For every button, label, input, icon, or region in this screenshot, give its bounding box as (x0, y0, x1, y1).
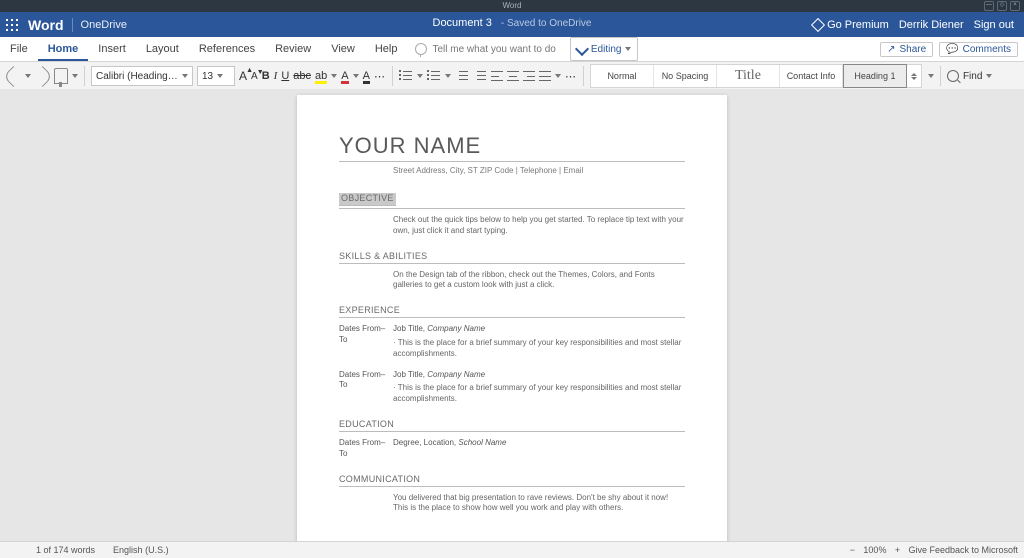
language-status[interactable]: English (U.S.) (113, 545, 169, 555)
comment-icon: 💬 (946, 44, 958, 55)
window-close-icon[interactable]: × (1010, 1, 1020, 11)
section-heading-skills[interactable]: SKILLS & ABILITIES (339, 251, 685, 264)
style-normal[interactable]: Normal (591, 65, 654, 87)
app-header: Word OneDrive Document 3 - Saved to OneD… (0, 12, 1024, 37)
save-status: - Saved to OneDrive (501, 18, 592, 29)
outdent-button[interactable] (455, 70, 469, 82)
window-maximize-icon[interactable]: ◇ (997, 1, 1007, 11)
clear-formatting-button[interactable]: A (363, 70, 370, 82)
header-separator (72, 18, 73, 32)
numbered-list-button[interactable] (427, 70, 441, 82)
word-count[interactable]: 1 of 174 words (36, 545, 95, 555)
communication-body[interactable]: You delivered that big presentation to r… (393, 493, 685, 515)
comments-button[interactable]: 💬Comments (939, 42, 1018, 57)
undo-dropdown[interactable] (25, 74, 31, 78)
feedback-link[interactable]: Give Feedback to Microsoft (908, 545, 1018, 555)
highlight-color-button[interactable]: ab (315, 70, 327, 82)
font-color-button[interactable]: A (341, 70, 348, 82)
zoom-level[interactable]: 100% (863, 545, 886, 555)
style-no-spacing[interactable]: No Spacing (654, 65, 717, 87)
app-launcher-icon[interactable] (0, 13, 24, 37)
exp-dates-0[interactable]: Dates From–To (339, 324, 393, 359)
tab-references[interactable]: References (189, 37, 265, 61)
chevron-down-icon (986, 74, 992, 78)
ribbon-home: Calibri (Heading… 13 A▲ A▼ B I U abc ab … (0, 62, 1024, 91)
undo-button[interactable] (3, 65, 24, 86)
lightbulb-icon (415, 43, 427, 55)
ribbon-tabs: File Home Insert Layout References Revie… (0, 37, 1024, 62)
tab-review[interactable]: Review (265, 37, 321, 61)
app-brand: Word (28, 17, 64, 33)
find-button[interactable]: Find (947, 70, 992, 82)
styles-pane-dropdown[interactable] (928, 74, 934, 78)
objective-body[interactable]: Check out the quick tips below to help y… (393, 215, 685, 237)
pencil-icon (575, 42, 589, 56)
format-painter-button[interactable] (54, 68, 68, 84)
search-icon (947, 70, 959, 82)
align-justify-button[interactable] (539, 71, 551, 81)
resume-name-field[interactable]: YOUR NAME (339, 133, 685, 162)
align-left-button[interactable] (491, 71, 503, 81)
zoom-in-button[interactable]: + (892, 545, 902, 555)
document-name[interactable]: Document 3 (433, 17, 492, 29)
font-name-select[interactable]: Calibri (Heading… (91, 66, 193, 86)
bullet-list-button[interactable] (399, 70, 413, 82)
shrink-font-button[interactable]: A▼ (251, 71, 258, 82)
share-button[interactable]: ↗Share (880, 42, 933, 57)
tab-home[interactable]: Home (38, 37, 89, 61)
more-font-button[interactable]: ⋯ (374, 70, 386, 83)
tab-view[interactable]: View (321, 37, 365, 61)
go-premium-button[interactable]: Go Premium (813, 19, 889, 31)
page[interactable]: YOUR NAME Street Address, City, ST ZIP C… (297, 95, 727, 542)
share-icon: ↗ (887, 44, 895, 55)
tab-insert[interactable]: Insert (88, 37, 136, 61)
os-title-text: Word (503, 1, 522, 10)
style-title[interactable]: Title (717, 65, 780, 87)
section-heading-communication[interactable]: COMMUNICATION (339, 474, 685, 487)
align-right-button[interactable] (523, 71, 535, 81)
strikethrough-button[interactable]: abc (293, 70, 311, 82)
zoom-out-button[interactable]: − (847, 545, 857, 555)
style-heading-1[interactable]: Heading 1 (843, 64, 907, 88)
tab-file[interactable]: File (0, 37, 38, 61)
chevron-down-icon (625, 47, 631, 51)
exp-dates-1[interactable]: Dates From–To (339, 370, 393, 405)
sign-out-link[interactable]: Sign out (974, 19, 1014, 31)
italic-button[interactable]: I (274, 70, 278, 82)
edu-dates[interactable]: Dates From–To (339, 438, 393, 460)
chevron-down-icon (182, 74, 188, 78)
clipboard-dropdown[interactable] (72, 74, 78, 78)
tell-me-search[interactable]: Tell me what you want to do (415, 37, 555, 61)
styles-gallery: Normal No Spacing Title Contact Info Hea… (590, 64, 922, 88)
align-center-button[interactable] (507, 71, 519, 81)
section-heading-objective[interactable]: OBJECTIVE (339, 193, 396, 206)
tab-help[interactable]: Help (365, 37, 408, 61)
user-name[interactable]: Derrik Diener (899, 19, 964, 31)
resume-address-field[interactable]: Street Address, City, ST ZIP Code | Tele… (393, 166, 685, 175)
section-heading-experience[interactable]: EXPERIENCE (339, 305, 685, 318)
section-heading-education[interactable]: EDUCATION (339, 419, 685, 432)
grow-font-button[interactable]: A▲ (239, 69, 247, 83)
font-size-select[interactable]: 13 (197, 66, 235, 86)
chevron-down-icon (217, 74, 223, 78)
more-paragraph-button[interactable]: ⋯ (565, 70, 577, 83)
indent-button[interactable] (473, 70, 487, 82)
document-canvas[interactable]: YOUR NAME Street Address, City, ST ZIP C… (0, 89, 1024, 542)
styles-more-button[interactable] (907, 65, 921, 87)
status-bar: 1 of 174 words English (U.S.) − 100% + G… (0, 541, 1024, 558)
diamond-icon (811, 18, 825, 32)
tab-layout[interactable]: Layout (136, 37, 189, 61)
window-minimize-icon[interactable]: — (984, 1, 994, 11)
os-title-bar: Word — ◇ × (0, 0, 1024, 12)
skills-body[interactable]: On the Design tab of the ribbon, check o… (393, 270, 685, 292)
underline-button[interactable]: U (281, 70, 289, 82)
style-contact-info[interactable]: Contact Info (780, 65, 843, 87)
editing-mode-dropdown[interactable]: Editing (570, 37, 639, 61)
storage-location[interactable]: OneDrive (81, 19, 127, 31)
redo-button[interactable] (32, 65, 53, 86)
